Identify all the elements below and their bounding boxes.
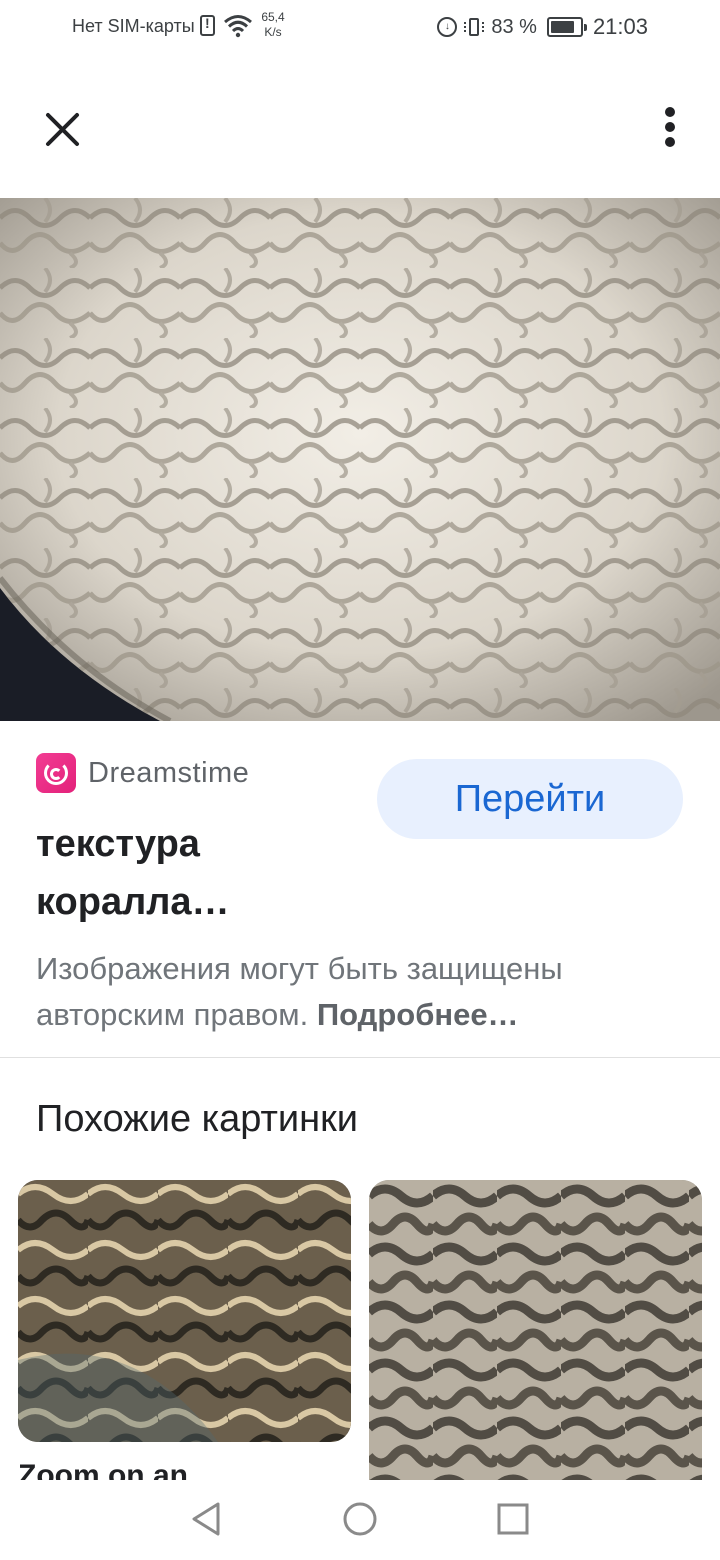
network-speed-value: 65,4	[261, 10, 285, 24]
network-speed: 65,4 K/s	[258, 10, 288, 40]
back-icon[interactable]	[188, 1500, 224, 1538]
network-speed-unit: K/s	[264, 25, 282, 39]
battery-icon	[546, 17, 587, 37]
system-nav-bar	[0, 1480, 720, 1560]
image-title-line-2: коралла…	[36, 881, 230, 923]
source-name: Dreamstime	[88, 756, 250, 789]
more-vert-icon	[665, 107, 675, 147]
related-image-1[interactable]	[18, 1180, 351, 1442]
data-saver-icon: ↓	[437, 17, 458, 37]
close-button[interactable]	[30, 98, 94, 162]
status-bar: Нет SIM-карты 65,4 K/s ↓ 83 % 21:03	[0, 0, 720, 56]
more-options-button[interactable]	[638, 98, 702, 162]
wifi-icon	[224, 15, 252, 38]
battery-percent: 83 %	[491, 15, 537, 38]
copyright-notice: Изображения могут быть защищены авторски…	[36, 946, 696, 1038]
main-image[interactable]	[0, 198, 720, 721]
related-image-2-picture	[369, 1180, 702, 1480]
vibrate-icon	[463, 16, 485, 38]
visit-button[interactable]: Перейти	[377, 759, 683, 839]
home-icon[interactable]	[342, 1501, 378, 1537]
status-icons: ↓ 83 % 21:03	[437, 14, 648, 40]
battery-fill	[550, 21, 575, 33]
source-row[interactable]: Dreamstime	[36, 753, 249, 793]
related-images-heading: Похожие картинки	[36, 1098, 358, 1140]
close-icon	[46, 113, 79, 146]
recents-icon[interactable]	[496, 1502, 530, 1536]
related-image-1-caption[interactable]: Zoom on an Oulophyllia	[18, 1458, 351, 1480]
top-app-bar	[0, 56, 720, 198]
coral-texture-image	[0, 198, 720, 721]
sim-alert-icon	[200, 15, 215, 36]
learn-more-link[interactable]: Подробнее…	[317, 997, 519, 1032]
dreamstime-logo-icon	[36, 753, 76, 793]
related-image-1-picture	[18, 1180, 351, 1442]
image-info: Dreamstime Перейти текстура коралла… Изо…	[0, 721, 720, 1058]
image-title[interactable]: текстура коралла…	[36, 815, 356, 931]
related-image-2[interactable]	[369, 1180, 702, 1480]
carrier-label: Нет SIM-карты	[72, 16, 195, 36]
clock: 21:03	[592, 14, 648, 39]
image-title-line-1: текстура	[36, 823, 200, 865]
